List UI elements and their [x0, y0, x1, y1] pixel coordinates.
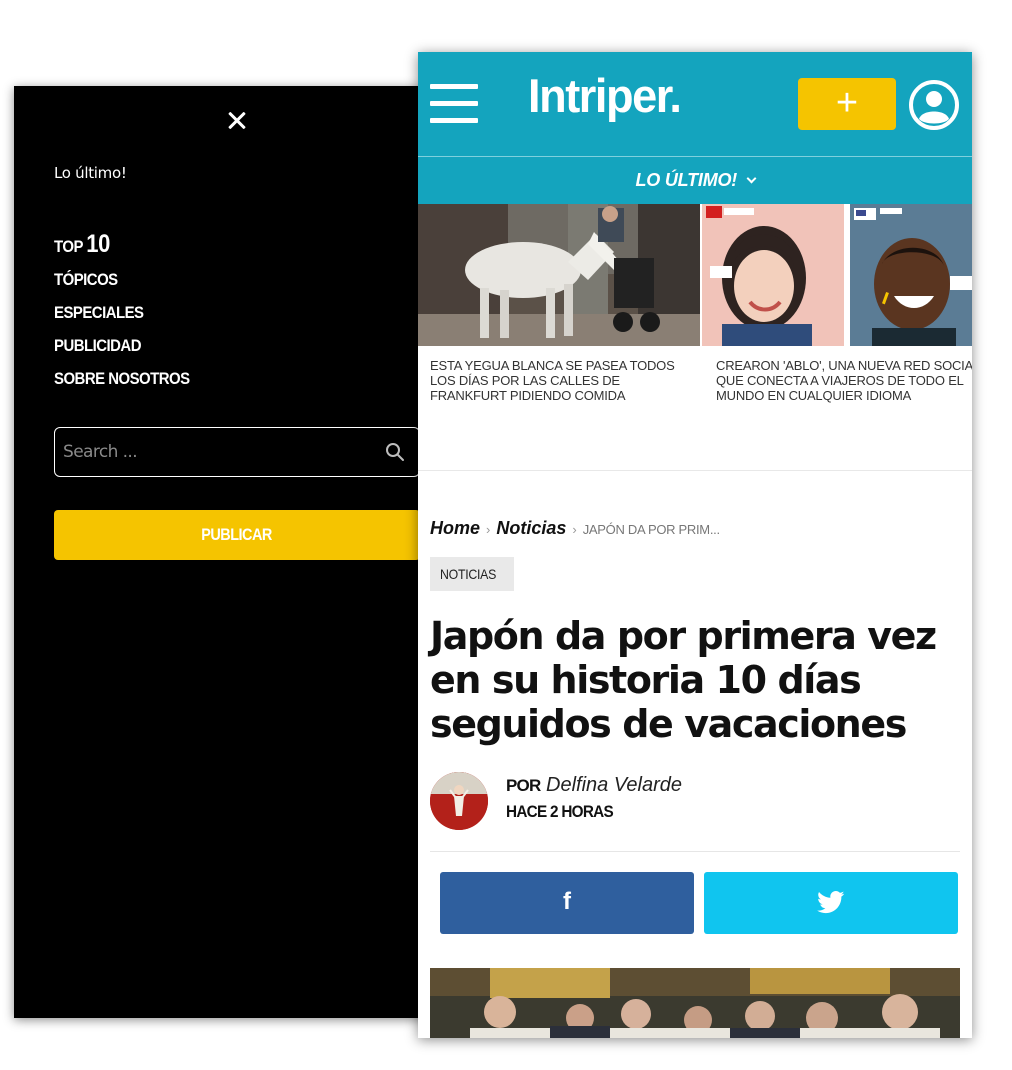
- user-account-icon[interactable]: [908, 79, 960, 131]
- close-icon[interactable]: [222, 106, 252, 136]
- drawer-nav: TOP 10 TÓPICOS ESPECIALES PUBLICIDAD SOB…: [54, 228, 436, 395]
- search-icon[interactable]: [385, 442, 405, 462]
- nav-item-publicidad[interactable]: PUBLICIDAD: [54, 329, 380, 362]
- chevron-down-icon: [746, 173, 756, 184]
- story-thumbnail-ablo[interactable]: [702, 204, 972, 346]
- breadcrumb-home[interactable]: Home: [430, 518, 480, 538]
- nav-item-top10[interactable]: TOP 10: [54, 228, 380, 263]
- facebook-share-button[interactable]: f: [440, 872, 694, 934]
- story-caption[interactable]: CREARON 'ABLO', UNA NUEVA RED SOCIAL QUE…: [716, 358, 972, 403]
- author-prefix: POR: [506, 776, 541, 795]
- breadcrumb: Home › Noticias › JAPÓN DA POR PRIM...: [430, 518, 720, 539]
- latest-link[interactable]: Lo último!: [54, 164, 127, 182]
- facebook-icon: f: [563, 888, 571, 915]
- publish-button-label: PUBLICAR: [201, 525, 273, 544]
- hamburger-menu-icon[interactable]: [430, 84, 478, 124]
- search-input[interactable]: [63, 428, 363, 476]
- top-bar: Intriper. +: [418, 52, 972, 156]
- story-caption[interactable]: ESTA YEGUA BLANCA SE PASEA TODOS LOS DÍA…: [430, 358, 694, 403]
- nav-item-sobre-nosotros[interactable]: SOBRE NOSOTROS: [54, 362, 380, 395]
- latest-dropdown-label: LO ÚLTIMO!: [635, 170, 738, 190]
- search-box: [54, 427, 420, 477]
- author-byline: POR Delfina Velarde: [506, 774, 682, 797]
- divider: [430, 851, 960, 852]
- nav-item-topicos[interactable]: TÓPICOS: [54, 263, 380, 296]
- breadcrumb-separator-icon: ›: [486, 522, 491, 537]
- author-name[interactable]: Delfina Velarde: [546, 774, 682, 796]
- nav-item-sobre-nosotros-row[interactable]: SOBRE NOSOTROS: [54, 362, 436, 395]
- article-headline: Japón da por primera vez en su historia …: [430, 614, 937, 746]
- publish-button[interactable]: PUBLICAR: [54, 510, 420, 560]
- divider: [418, 470, 972, 471]
- publish-time: HACE 2 HORAS: [506, 802, 614, 821]
- breadcrumb-separator-icon: ›: [572, 522, 577, 537]
- breadcrumb-current: JAPÓN DA POR PRIM...: [582, 522, 720, 537]
- nav-top-number: 10: [86, 230, 110, 258]
- category-tag[interactable]: NOTICIAS: [430, 557, 514, 591]
- twitter-share-button[interactable]: [704, 872, 958, 934]
- article-hero-image[interactable]: [430, 968, 960, 1038]
- author-avatar[interactable]: [430, 772, 488, 830]
- site-logo[interactable]: Intriper.: [528, 68, 682, 123]
- article-page: Intriper. + LO ÚLTIMO! ESTA YEGUA BLANCA…: [418, 52, 972, 1038]
- nav-item-especiales[interactable]: ESPECIALES: [54, 296, 380, 329]
- nav-top-prefix: TOP: [54, 237, 83, 256]
- add-post-button[interactable]: +: [798, 78, 896, 130]
- story-thumbnail-horse[interactable]: [418, 204, 700, 346]
- breadcrumb-section[interactable]: Noticias: [496, 518, 566, 538]
- category-tag-label: NOTICIAS: [440, 566, 497, 582]
- latest-dropdown[interactable]: LO ÚLTIMO!: [418, 156, 972, 204]
- twitter-icon: [817, 891, 845, 914]
- side-drawer-menu: Lo último! TOP 10 TÓPICOS ESPECIALES PUB…: [14, 86, 436, 1018]
